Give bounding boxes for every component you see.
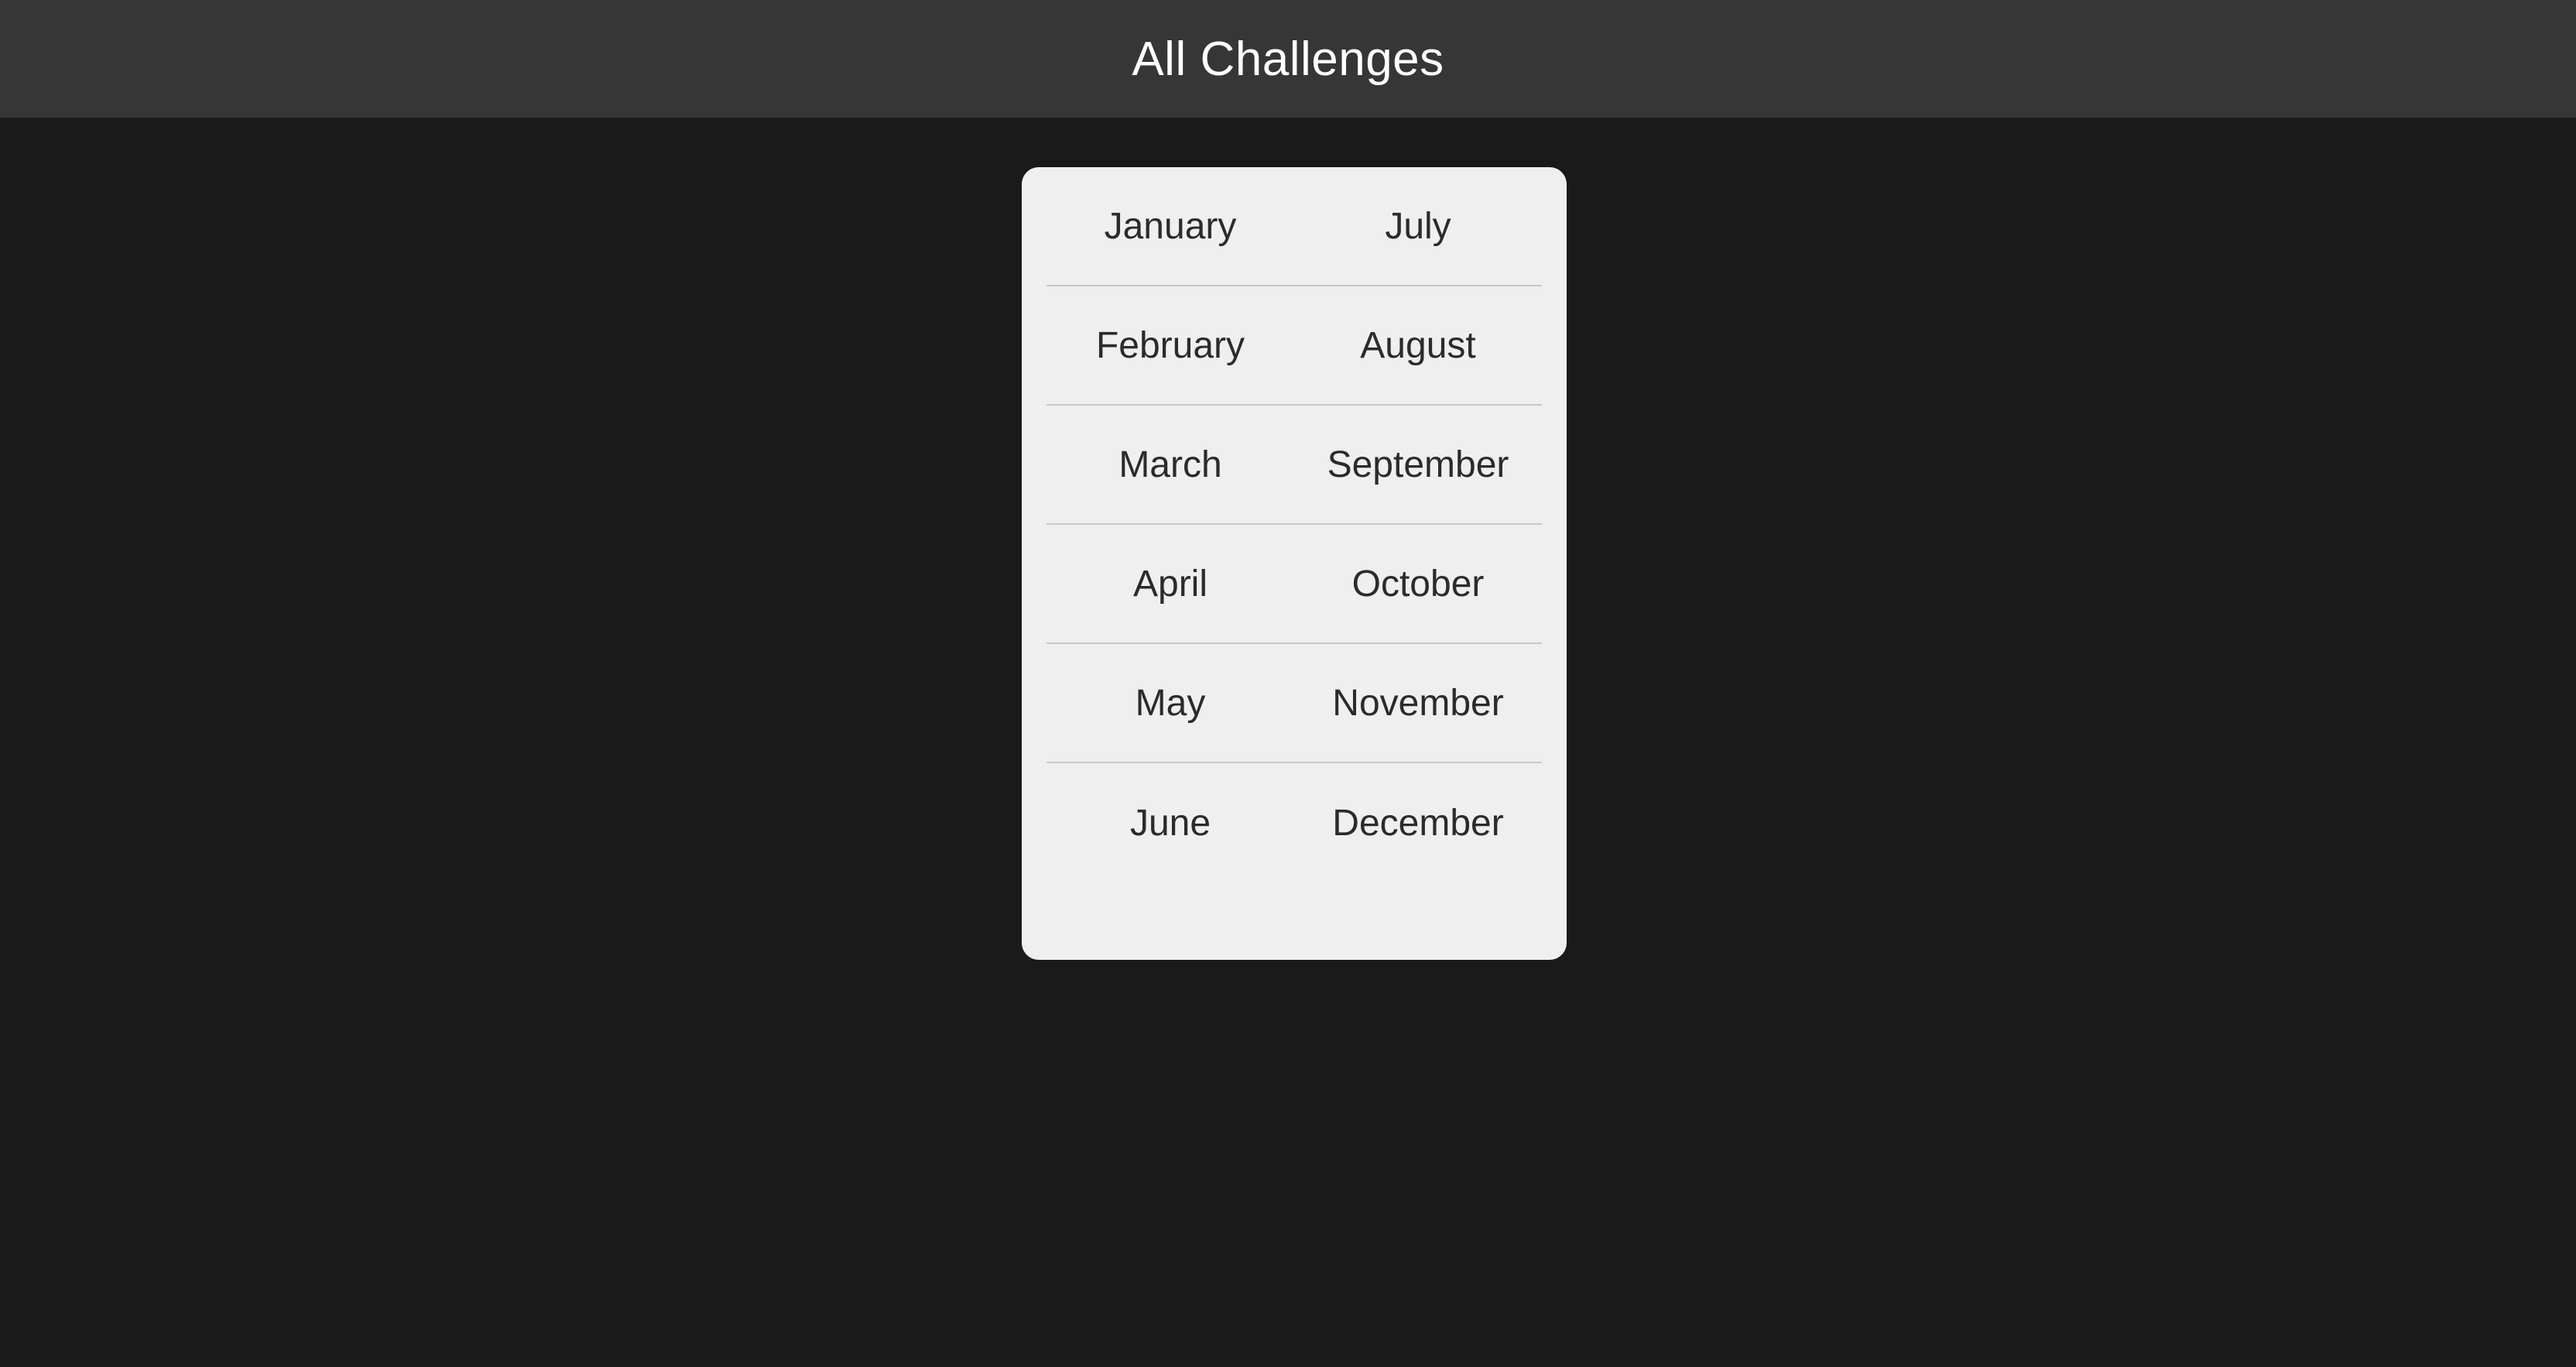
month-link-october[interactable]: October: [1294, 525, 1542, 642]
top-header: All Challenges: [0, 0, 2576, 118]
month-row: February August: [1046, 286, 1542, 406]
month-link-september[interactable]: September: [1294, 406, 1542, 523]
month-link-january[interactable]: January: [1046, 167, 1294, 285]
month-link-february[interactable]: February: [1046, 286, 1294, 404]
month-list: January July February August March Septe…: [1046, 167, 1542, 882]
month-row: June December: [1046, 763, 1542, 882]
months-card: January July February August March Septe…: [1022, 167, 1567, 960]
month-row: April October: [1046, 525, 1542, 644]
month-link-august[interactable]: August: [1294, 286, 1542, 404]
month-row: May November: [1046, 644, 1542, 763]
page-title: All Challenges: [1132, 32, 1444, 86]
month-link-march[interactable]: March: [1046, 406, 1294, 523]
month-row: March September: [1046, 406, 1542, 525]
month-link-december[interactable]: December: [1294, 763, 1542, 882]
month-link-november[interactable]: November: [1294, 644, 1542, 762]
month-link-july[interactable]: July: [1294, 167, 1542, 285]
month-row: January July: [1046, 167, 1542, 286]
month-link-june[interactable]: June: [1046, 763, 1294, 882]
month-link-april[interactable]: April: [1046, 525, 1294, 642]
month-link-may[interactable]: May: [1046, 644, 1294, 762]
